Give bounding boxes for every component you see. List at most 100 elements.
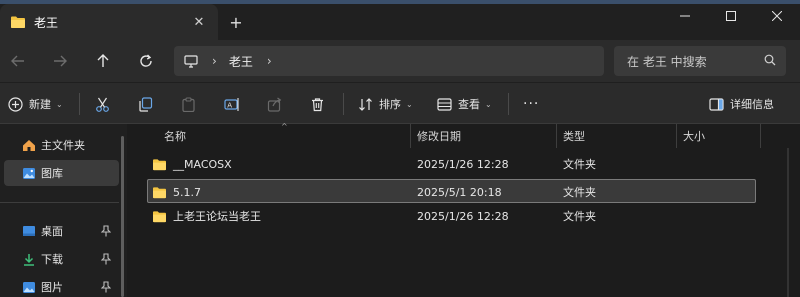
column-divider[interactable]: [410, 124, 411, 148]
view-icon: [437, 97, 452, 111]
search-input[interactable]: 在 老王 中搜索: [614, 46, 786, 76]
chevron-down-icon: ⌄: [56, 99, 63, 109]
new-tab-button[interactable]: +: [226, 12, 246, 32]
paste-button[interactable]: [181, 83, 196, 125]
home-icon: [23, 139, 35, 151]
pin-icon[interactable]: [101, 225, 111, 237]
more-icon: ···: [523, 96, 540, 112]
navigation-pane: 主文件夹 图库 桌面 下载 图片: [0, 124, 127, 297]
folder-icon: [153, 210, 166, 222]
sidebar-divider: [0, 202, 119, 203]
column-header-size[interactable]: 大小: [683, 124, 705, 148]
refresh-icon: [140, 54, 152, 67]
type-cell: 文件夹: [563, 158, 596, 171]
column-header-name[interactable]: 名称: [164, 124, 186, 148]
maximize-icon: [726, 11, 736, 21]
date-cell: 2025/1/26 12:28: [417, 157, 509, 171]
download-icon: [24, 253, 34, 266]
sidebar-item-gallery[interactable]: 图库: [4, 160, 119, 186]
details-pane-icon: [709, 97, 724, 111]
name-cell: 5.1.7: [152, 180, 201, 204]
divider: [343, 93, 344, 115]
folder-icon: [153, 158, 166, 170]
file-list-scrollbar[interactable]: [787, 148, 789, 297]
type-cell: 文件夹: [563, 210, 596, 223]
navigation-bar: › 老王 › 在 老王 中搜索: [0, 40, 800, 82]
divider: [508, 93, 509, 115]
scissors-icon: [96, 97, 109, 112]
trash-icon: [312, 97, 323, 111]
type-cell: 文件夹: [563, 186, 596, 199]
column-header-type[interactable]: 类型: [563, 124, 585, 148]
sort-indicator-icon: ^: [281, 122, 288, 131]
up-button[interactable]: [91, 49, 115, 73]
share-button[interactable]: [267, 83, 282, 125]
column-divider[interactable]: [556, 124, 557, 148]
minimize-icon: [680, 15, 690, 17]
refresh-button[interactable]: [134, 49, 158, 73]
column-header-date[interactable]: 修改日期: [417, 124, 461, 148]
pin-icon[interactable]: [101, 253, 111, 265]
close-tab-icon[interactable]: ✕: [190, 13, 208, 31]
sort-label: 排序: [379, 98, 401, 111]
address-bar[interactable]: › 老王 ›: [174, 46, 604, 76]
back-button[interactable]: [6, 49, 30, 73]
sort-button[interactable]: 排序 ⌄: [358, 83, 413, 125]
search-placeholder: 在 老王 中搜索: [627, 54, 707, 69]
sidebar-item-home[interactable]: 主文件夹: [0, 132, 119, 158]
view-button[interactable]: 查看 ⌄: [437, 83, 492, 125]
chevron-down-icon: ⌄: [406, 99, 413, 109]
chevron-down-icon: ⌄: [485, 99, 492, 109]
sidebar-item-desktop[interactable]: 桌面: [0, 218, 119, 244]
minimize-button[interactable]: [662, 0, 708, 32]
name-cell: __MACOSX: [152, 152, 232, 176]
table-row[interactable]: 5.1.7 2025/5/1 20:18 文件夹: [147, 179, 756, 203]
delete-button[interactable]: [310, 83, 325, 125]
close-icon: [772, 11, 782, 21]
breadcrumb-item[interactable]: 老王: [229, 53, 253, 70]
plus-circle-icon: [8, 96, 23, 112]
tab-title: 老王: [34, 15, 59, 30]
details-label: 详细信息: [730, 98, 774, 111]
sort-icon: [359, 97, 372, 111]
date-cell: 2025/1/26 12:28: [417, 209, 509, 223]
new-button[interactable]: 新建 ⌄: [8, 83, 63, 125]
table-row[interactable]: 上老王论坛当老王 2025/1/26 12:28 文件夹: [147, 204, 756, 228]
arrow-right-icon: [54, 55, 67, 67]
new-label: 新建: [29, 98, 51, 111]
title-bar: 老王 ✕ +: [0, 0, 800, 40]
share-icon: [267, 97, 282, 112]
arrow-left-icon: [11, 55, 24, 67]
file-name: 5.1.7: [173, 185, 201, 199]
close-window-button[interactable]: [754, 0, 800, 32]
column-divider[interactable]: [676, 124, 677, 148]
search-icon: [764, 54, 776, 66]
pictures-icon: [23, 281, 35, 293]
file-list: ^ 名称 修改日期 类型 大小 __MACOSX 2025/1/26 12:28…: [127, 122, 800, 297]
chevron-right-icon[interactable]: ›: [267, 54, 272, 68]
svg-text:A: A: [227, 101, 232, 109]
copy-button[interactable]: [138, 83, 153, 125]
file-name: __MACOSX: [173, 157, 232, 171]
maximize-button[interactable]: [708, 0, 754, 32]
chevron-right-icon[interactable]: ›: [212, 54, 217, 68]
view-label: 查看: [458, 98, 480, 111]
sidebar-item-pictures[interactable]: 图片: [0, 274, 119, 297]
tab-current-folder[interactable]: 老王 ✕: [0, 4, 218, 40]
monitor-icon: [184, 54, 198, 68]
column-divider[interactable]: [760, 124, 761, 148]
sidebar-scrollbar[interactable]: [121, 136, 124, 297]
more-options-button[interactable]: ···: [523, 83, 539, 125]
details-pane-button[interactable]: 详细信息: [709, 83, 774, 125]
forward-button[interactable]: [48, 49, 72, 73]
gallery-icon: [23, 167, 35, 179]
cut-button[interactable]: [95, 83, 110, 125]
rename-button[interactable]: A: [224, 83, 240, 125]
sidebar-item-downloads[interactable]: 下载: [0, 246, 119, 272]
table-row[interactable]: __MACOSX 2025/1/26 12:28 文件夹: [147, 152, 756, 176]
file-name: 上老王论坛当老王: [173, 210, 261, 223]
divider: [79, 93, 80, 115]
clipboard-icon: [182, 96, 195, 112]
pin-icon[interactable]: [101, 281, 111, 293]
desktop-icon: [23, 226, 35, 236]
